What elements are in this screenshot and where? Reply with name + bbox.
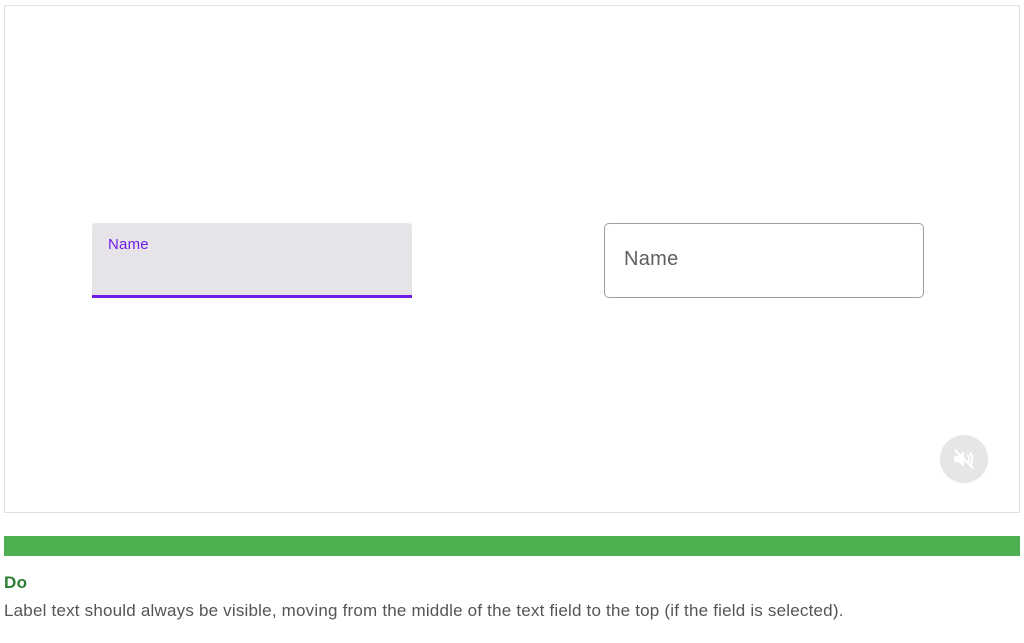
do-heading: Do <box>4 573 28 592</box>
do-status-bar <box>4 536 1020 556</box>
volume-off-icon <box>954 449 974 469</box>
filled-field-label: Name <box>108 236 149 253</box>
outlined-text-field[interactable]: Name <box>604 223 924 298</box>
demo-frame: Name Name <box>4 5 1020 513</box>
guideline-caption: Label text should always be visible, mov… <box>4 601 844 620</box>
outlined-field-label: Name <box>624 248 679 270</box>
mute-button[interactable] <box>940 435 988 483</box>
page: Name Name Do Label text should always be… <box>0 0 1024 643</box>
filled-text-field[interactable]: Name <box>92 223 412 298</box>
